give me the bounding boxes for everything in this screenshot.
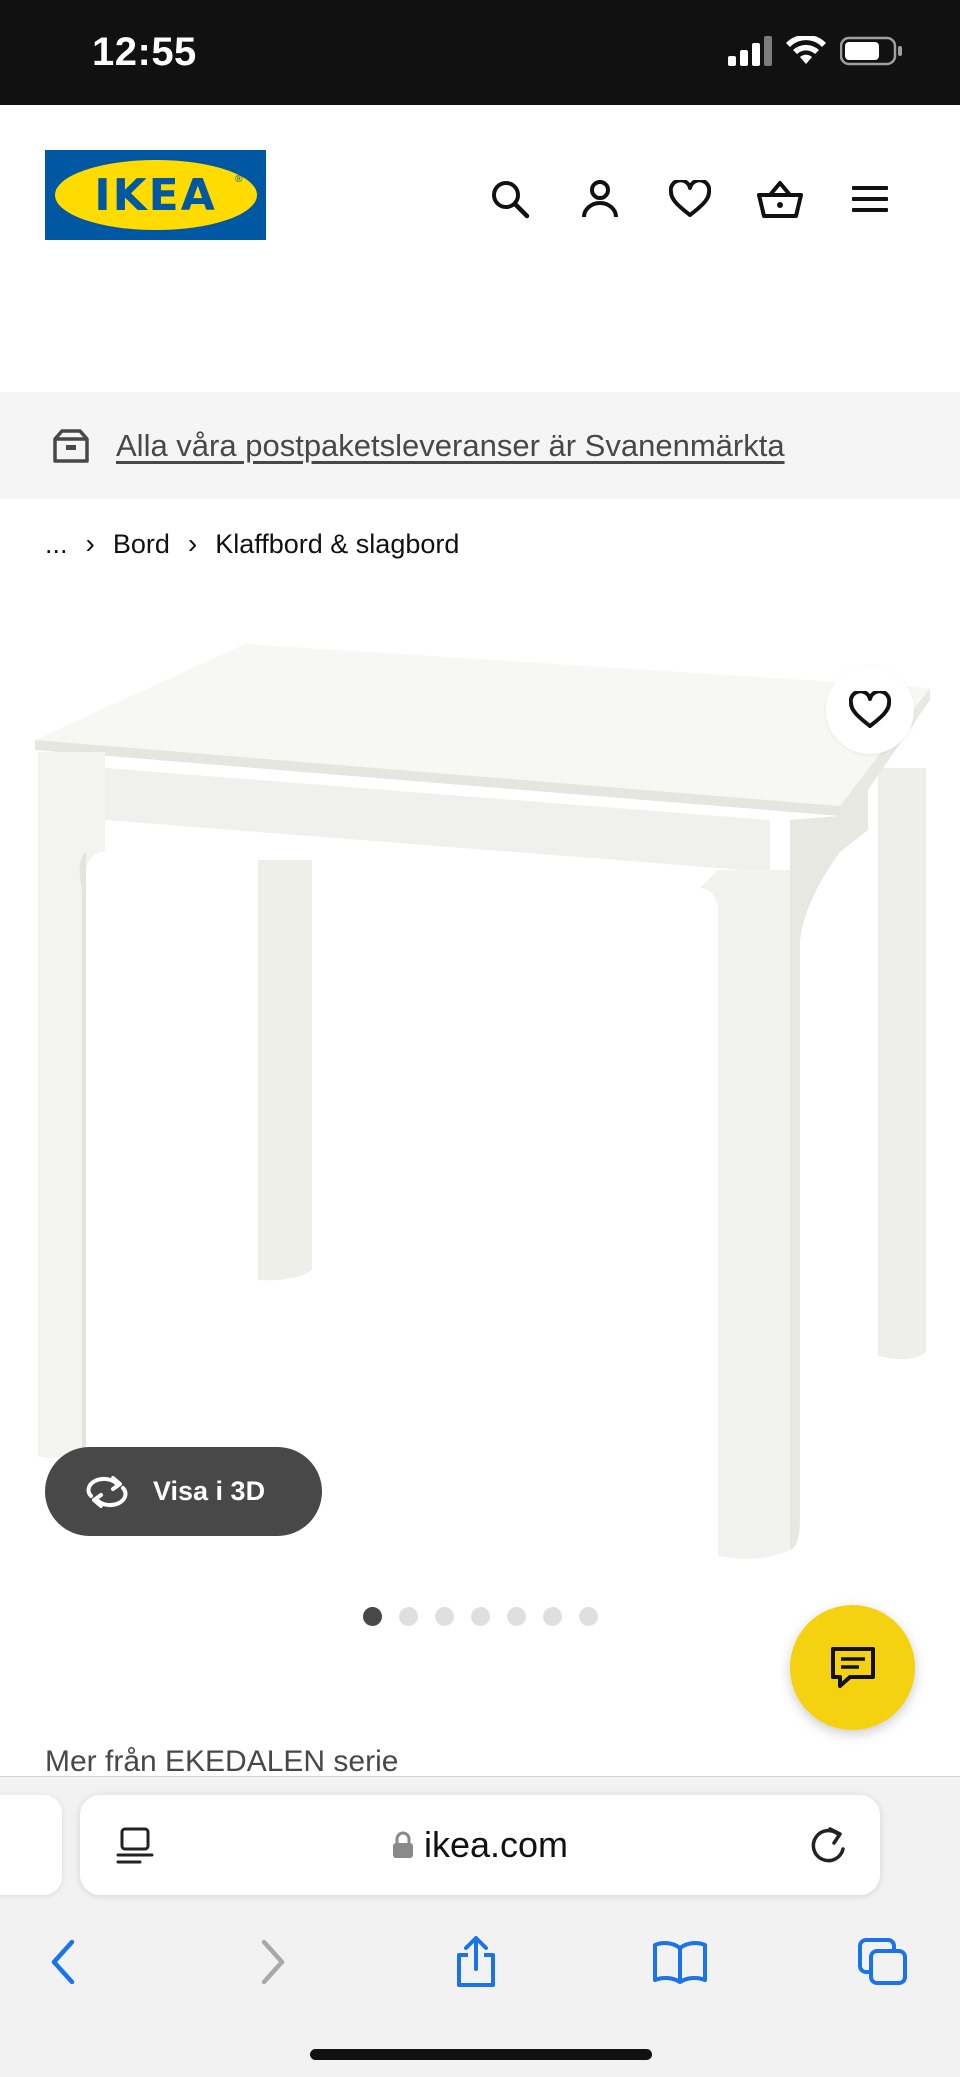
delivery-box-icon [53,428,89,463]
cart-button[interactable] [754,173,806,225]
breadcrumb-item-klaffbord[interactable]: Klaffbord & slagbord [215,529,459,560]
breadcrumb-item-more[interactable]: ... [45,529,68,560]
status-icons [728,36,902,66]
breadcrumb-item-bord[interactable]: Bord [113,529,170,560]
url-display: ikea.com [80,1795,880,1895]
lock-icon [392,1831,413,1858]
chat-button[interactable] [790,1605,915,1730]
chat-icon [830,1646,875,1688]
site-header: IKEA ® [0,105,960,392]
cellular-signal-icon [728,36,772,66]
carousel-dot[interactable] [363,1607,382,1626]
breadcrumb-separator: › [85,528,95,559]
reload-icon[interactable] [808,1823,850,1867]
share-button[interactable] [441,1927,511,1997]
battery-icon [840,36,902,66]
logo-registered-mark: ® [235,174,243,185]
favorite-button[interactable] [826,666,914,754]
carousel-dot[interactable] [579,1607,598,1626]
wishlist-button[interactable] [664,173,716,225]
view-in-3d-button[interactable]: Visa i 3D [45,1447,322,1536]
browser-toolbar [0,1927,960,2007]
carousel-dot[interactable] [543,1607,562,1626]
ikea-logo[interactable]: IKEA ® [45,150,266,240]
rotate-3d-icon [86,1475,128,1508]
series-heading: Mer från EKEDALEN serie [45,1745,399,1778]
delivery-banner-link[interactable]: Alla våra postpaketsleveranser är Svanen… [116,428,785,464]
carousel-dot[interactable] [399,1607,418,1626]
carousel-dot[interactable] [435,1607,454,1626]
breadcrumb-separator: › [187,528,198,559]
logo-text: IKEA [94,169,217,221]
forward-button[interactable] [238,1927,308,1997]
tabs-icon [858,1938,907,1985]
url-text: ikea.com [423,1824,569,1865]
carousel-dot[interactable] [507,1607,526,1626]
delivery-banner: Alla våra postpaketsleveranser är Svanen… [0,392,960,499]
shopping-basket-icon [757,181,803,218]
image-carousel-dots [363,1607,598,1626]
logo-oval: IKEA ® [54,160,257,230]
chevron-left-icon [51,1939,75,1985]
heart-icon [669,180,711,217]
header-icons [484,173,896,225]
status-time: 12:55 [92,30,197,74]
tabs-button[interactable] [848,1927,918,1997]
product-image[interactable] [0,620,960,1580]
search-button[interactable] [484,173,536,225]
breadcrumb: ... › Bord › Klaffbord & slagbord [45,528,459,560]
share-icon [457,1936,495,1987]
address-bar[interactable]: ikea.com [80,1795,880,1895]
menu-button[interactable] [844,173,896,225]
open-book-icon [653,1941,707,1984]
chevron-right-icon [261,1939,285,1985]
search-icon [492,181,530,219]
browser-bottom-bar: ikea.com [0,1776,960,2077]
home-indicator[interactable] [310,2049,652,2060]
wifi-icon [786,36,826,64]
heart-icon [849,691,891,728]
status-bar: 12:55 [0,0,960,105]
carousel-dot[interactable] [471,1607,490,1626]
previous-tab-preview[interactable] [0,1795,62,1895]
bookmarks-button[interactable] [645,1927,715,1997]
account-button[interactable] [574,173,626,225]
user-icon [582,180,618,218]
view-in-3d-label: Visa i 3D [153,1476,266,1506]
back-button[interactable] [28,1927,98,1997]
hamburger-menu-icon [852,186,888,212]
